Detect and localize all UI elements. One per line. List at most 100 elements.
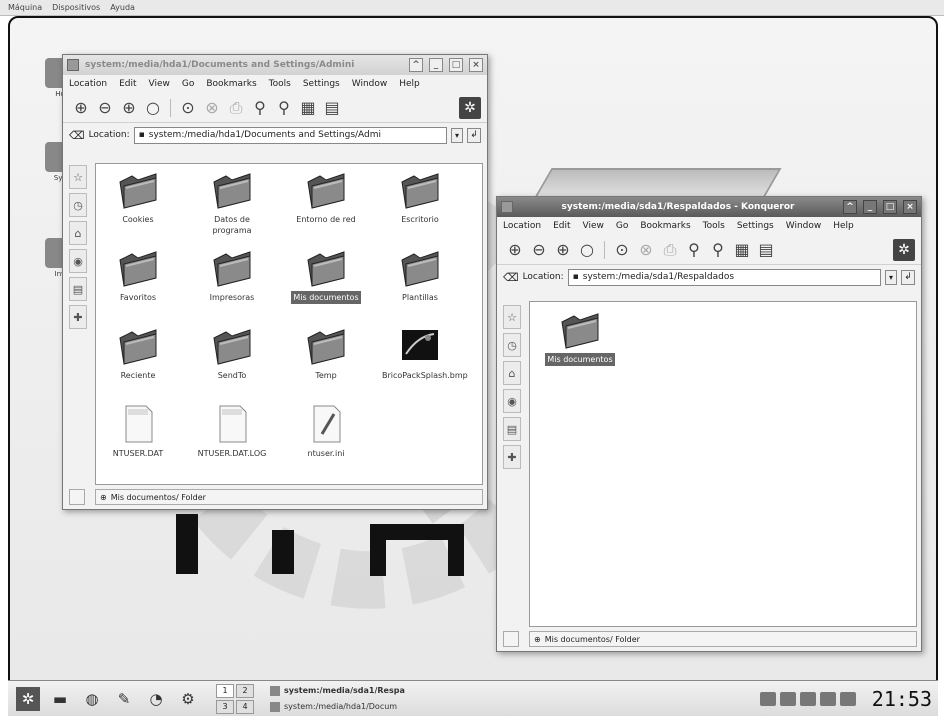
file-item[interactable]: Reciente xyxy=(98,326,178,382)
menu-window[interactable]: Window xyxy=(786,221,822,231)
detail-view-icon[interactable]: ▤ xyxy=(756,240,776,260)
zoom-icon[interactable]: ⊕ xyxy=(119,98,139,118)
menu-bookmarks[interactable]: Bookmarks xyxy=(640,221,690,231)
icon-view-icon[interactable]: ▦ xyxy=(298,98,318,118)
pager-desktop-4[interactable]: 4 xyxy=(236,699,254,714)
file-view[interactable]: Cookies Datos de programa Entorno de red Es… xyxy=(95,163,483,485)
file-item[interactable]: NTUSER.DAT.LOG xyxy=(192,404,272,460)
clock[interactable]: 21:53 xyxy=(872,687,932,711)
minimize-button[interactable]: _ xyxy=(863,200,877,214)
reload-icon[interactable]: ⊙ xyxy=(612,240,632,260)
network-tray-icon[interactable] xyxy=(819,691,836,706)
menu-go[interactable]: Go xyxy=(616,221,628,231)
services-tab-icon[interactable]: ✚ xyxy=(69,305,87,329)
pager-desktop-1[interactable]: 1 xyxy=(216,683,234,698)
find-next-icon[interactable]: ⚲ xyxy=(708,240,728,260)
file-item[interactable]: Entorno de red xyxy=(286,170,366,226)
help-button[interactable]: ^ xyxy=(409,58,423,72)
tools-icon[interactable]: ⚙ xyxy=(176,687,200,711)
file-item[interactable]: Plantillas xyxy=(380,248,460,304)
window-titlebar[interactable]: system:/media/sda1/Respaldados - Konquer… xyxy=(497,197,921,217)
reload-icon[interactable]: ⊙ xyxy=(178,98,198,118)
browser-icon[interactable]: ◍ xyxy=(80,687,104,711)
zoom-in-icon[interactable]: ⊕ xyxy=(505,240,525,260)
status-checkbox[interactable] xyxy=(503,631,519,647)
vm-menu-devices[interactable]: Dispositivos xyxy=(52,3,100,12)
file-item[interactable]: Escritorio xyxy=(380,170,460,226)
zoom-reset-icon[interactable]: ○ xyxy=(143,98,163,118)
menu-help[interactable]: Help xyxy=(399,79,420,89)
services-tab-icon[interactable]: ✚ xyxy=(503,445,521,469)
zoom-out-icon[interactable]: ⊖ xyxy=(95,98,115,118)
clear-location-icon[interactable]: ⌫ xyxy=(69,129,85,142)
menu-help[interactable]: Help xyxy=(833,221,854,231)
media-tab-icon[interactable]: ◉ xyxy=(503,389,521,413)
office-icon[interactable]: ✎ xyxy=(112,687,136,711)
menu-location[interactable]: Location xyxy=(503,221,541,231)
menu-edit[interactable]: Edit xyxy=(553,221,570,231)
window-titlebar[interactable]: system:/media/hda1/Documents and Setting… xyxy=(63,55,487,75)
menu-view[interactable]: View xyxy=(149,79,170,89)
home-tab-icon[interactable]: ⌂ xyxy=(69,221,87,245)
menu-window[interactable]: Window xyxy=(352,79,388,89)
menu-tools[interactable]: Tools xyxy=(269,79,291,89)
find-icon[interactable]: ⚲ xyxy=(684,240,704,260)
file-item[interactable]: NTUSER.DAT xyxy=(98,404,178,460)
menu-location[interactable]: Location xyxy=(69,79,107,89)
stop-icon[interactable]: ⊗ xyxy=(202,98,222,118)
task-button[interactable]: system:/media/sda1/Respa xyxy=(270,684,440,697)
multimedia-icon[interactable]: ◔ xyxy=(144,687,168,711)
stop-icon[interactable]: ⊗ xyxy=(636,240,656,260)
history-tab-icon[interactable]: ◷ xyxy=(69,193,87,217)
zoom-out-icon[interactable]: ⊖ xyxy=(529,240,549,260)
maximize-button[interactable]: □ xyxy=(883,200,897,214)
close-button[interactable]: × xyxy=(469,58,483,72)
menu-tools[interactable]: Tools xyxy=(703,221,725,231)
file-view[interactable]: Mis documentos xyxy=(529,301,917,627)
bookmarks-tab-icon[interactable]: ☆ xyxy=(503,305,521,329)
print-icon[interactable]: ⎙ xyxy=(226,98,246,118)
zoom-reset-icon[interactable]: ○ xyxy=(577,240,597,260)
menu-view[interactable]: View xyxy=(583,221,604,231)
show-desktop-icon[interactable]: ▬ xyxy=(48,687,72,711)
detail-view-icon[interactable]: ▤ xyxy=(322,98,342,118)
file-item[interactable]: Impresoras xyxy=(192,248,272,304)
zoom-in-icon[interactable]: ⊕ xyxy=(71,98,91,118)
find-icon[interactable]: ⚲ xyxy=(250,98,270,118)
minimize-button[interactable]: _ xyxy=(429,58,443,72)
file-item[interactable]: ntuser.ini xyxy=(286,404,366,460)
menu-bookmarks[interactable]: Bookmarks xyxy=(206,79,256,89)
maximize-button[interactable]: □ xyxy=(449,58,463,72)
kde-menu-icon[interactable]: ✲ xyxy=(16,686,40,711)
zoom-icon[interactable]: ⊕ xyxy=(553,240,573,260)
vm-menu-help[interactable]: Ayuda xyxy=(110,3,135,12)
help-button[interactable]: ^ xyxy=(843,200,857,214)
home-tab-icon[interactable]: ⌂ xyxy=(503,361,521,385)
print-icon[interactable]: ⎙ xyxy=(660,240,680,260)
menu-settings[interactable]: Settings xyxy=(737,221,774,231)
go-button[interactable]: ↲ xyxy=(901,269,915,285)
clear-location-icon[interactable]: ⌫ xyxy=(503,271,519,284)
clipboard-icon[interactable] xyxy=(839,691,856,706)
bookmarks-tab-icon[interactable]: ☆ xyxy=(69,165,87,189)
location-input[interactable]: ▪ system:/media/sda1/Respaldados xyxy=(567,268,881,286)
file-item[interactable]: BricoPackSplash.bmp xyxy=(380,326,468,382)
network-tab-icon[interactable]: ▤ xyxy=(503,417,521,441)
pager-desktop-3[interactable]: 3 xyxy=(216,699,234,714)
pager-desktop-2[interactable]: 2 xyxy=(236,683,254,698)
menu-settings[interactable]: Settings xyxy=(303,79,340,89)
find-next-icon[interactable]: ⚲ xyxy=(274,98,294,118)
file-item[interactable]: Datos de programa xyxy=(192,170,272,237)
task-button[interactable]: system:/media/hda1/Docum xyxy=(270,700,440,713)
status-checkbox[interactable] xyxy=(69,489,85,505)
go-button[interactable]: ↲ xyxy=(467,127,481,143)
menu-edit[interactable]: Edit xyxy=(119,79,136,89)
menu-go[interactable]: Go xyxy=(182,79,194,89)
file-item[interactable]: Favoritos xyxy=(98,248,178,304)
media-tab-icon[interactable]: ◉ xyxy=(69,249,87,273)
history-tab-icon[interactable]: ◷ xyxy=(503,333,521,357)
location-dropdown-button[interactable]: ▾ xyxy=(885,269,897,285)
icon-view-icon[interactable]: ▦ xyxy=(732,240,752,260)
location-dropdown-button[interactable]: ▾ xyxy=(451,127,463,143)
network-tab-icon[interactable]: ▤ xyxy=(69,277,87,301)
